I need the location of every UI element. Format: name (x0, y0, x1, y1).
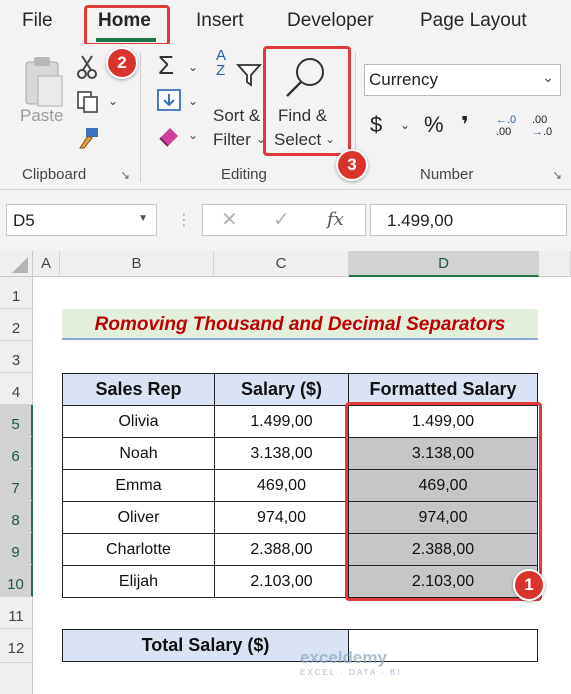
clear-dropdown-icon[interactable]: ⌄ (188, 128, 198, 142)
name-box[interactable]: D5 ▼ (6, 204, 157, 236)
step-badge-2: 2 (106, 47, 138, 79)
cell-sales-rep[interactable]: Elijah (62, 565, 215, 598)
autosum-dropdown-icon[interactable]: ⌄ (188, 60, 198, 74)
column-header-b[interactable]: B (60, 251, 214, 277)
clear-icon[interactable] (156, 124, 182, 148)
number-format-select[interactable]: Currency ⌄ (364, 64, 561, 96)
tab-file[interactable]: File (22, 10, 53, 32)
filter-icon[interactable] (236, 62, 262, 88)
row-header-9[interactable]: 9 (0, 533, 33, 565)
fill-dropdown-icon[interactable]: ⌄ (188, 94, 198, 108)
cell-salary[interactable]: 3.138,00 (214, 437, 349, 470)
header-sales-rep[interactable]: Sales Rep (62, 373, 215, 406)
cell-sales-rep[interactable]: Noah (62, 437, 215, 470)
tab-developer[interactable]: Developer (287, 10, 374, 32)
header-salary[interactable]: Salary ($) (214, 373, 349, 406)
exceldemy-watermark: exceldemy EXCEL · DATA · BI (300, 648, 401, 677)
row-header-12[interactable]: 12 (0, 629, 33, 663)
tab-insert[interactable]: Insert (196, 10, 244, 32)
formula-input[interactable]: 1.499,00 (370, 204, 567, 236)
increase-decimal-icon[interactable]: ←.0.00 (496, 114, 516, 138)
row-header-10[interactable]: 10 (0, 565, 33, 597)
clipboard-launcher-icon[interactable]: ↘ (120, 168, 130, 182)
step-badge-1: 1 (513, 569, 545, 601)
copy-dropdown-icon[interactable]: ⌄ (108, 94, 118, 108)
decrease-decimal-icon[interactable]: .00 →.0 (532, 114, 552, 138)
cell-salary[interactable]: 1.499,00 (214, 405, 349, 438)
home-tab-highlight (84, 5, 170, 46)
number-format-value: Currency (369, 70, 438, 89)
name-box-dropdown-icon[interactable]: ▼ (138, 213, 148, 224)
currency-dropdown-icon[interactable]: ⌄ (400, 118, 410, 132)
row-header-5[interactable]: 5 (0, 405, 33, 437)
formula-bar-grip-icon[interactable]: ⋮ (176, 210, 192, 230)
find-select-highlight (263, 46, 351, 156)
cell-salary[interactable]: 974,00 (214, 501, 349, 534)
selection-highlight (345, 402, 542, 601)
clipboard-group-label: Clipboard (22, 166, 87, 183)
row-header-7[interactable]: 7 (0, 469, 33, 501)
cell-sales-rep[interactable]: Oliver (62, 501, 215, 534)
paste-icon[interactable] (20, 54, 66, 110)
sort-label[interactable]: Sort & (213, 106, 260, 126)
cell-sales-rep[interactable]: Emma (62, 469, 215, 502)
copy-icon[interactable] (76, 90, 100, 114)
watermark-brand: exceldemy (300, 648, 387, 667)
formula-value: 1.499,00 (387, 211, 454, 230)
percent-icon[interactable]: % (424, 112, 444, 138)
cancel-icon[interactable]: ✕ (221, 207, 238, 232)
comma-style-icon[interactable]: ❜ (461, 112, 469, 138)
sheet-title[interactable]: Romoving Thousand and Decimal Separators (62, 309, 538, 340)
editing-group-label: Editing (221, 166, 267, 183)
insert-function-icon[interactable]: fx (327, 209, 344, 230)
cell-salary[interactable]: 2.103,00 (214, 565, 349, 598)
column-header-e[interactable] (539, 251, 571, 277)
sort-az-icon[interactable]: AZ (216, 48, 226, 78)
column-header-d[interactable]: D (349, 251, 539, 277)
column-header-a[interactable]: A (33, 251, 60, 277)
number-launcher-icon[interactable]: ↘ (552, 168, 562, 182)
select-all-corner[interactable] (0, 251, 33, 277)
tab-page-layout[interactable]: Page Layout (420, 10, 527, 32)
row-header-4[interactable]: 4 (0, 373, 33, 405)
autosum-icon[interactable]: Σ (158, 50, 174, 81)
row-header-3[interactable]: 3 (0, 341, 33, 373)
cell-sales-rep[interactable]: Olivia (62, 405, 215, 438)
cell-salary[interactable]: 2.388,00 (214, 533, 349, 566)
cell-salary[interactable]: 469,00 (214, 469, 349, 502)
currency-icon[interactable]: $ (370, 112, 382, 138)
name-box-value: D5 (13, 211, 35, 230)
row-header-1[interactable]: 1 (0, 277, 33, 309)
row-header-11[interactable]: 11 (0, 597, 33, 629)
formula-actions: ✕ ✓ fx (202, 204, 366, 236)
enter-icon[interactable]: ✓ (273, 207, 290, 232)
cut-icon[interactable] (76, 54, 98, 80)
paste-label[interactable]: Paste (20, 106, 63, 126)
chevron-down-icon[interactable]: ⌄ (542, 69, 554, 86)
fill-icon[interactable] (156, 88, 182, 114)
cell-sales-rep[interactable]: Charlotte (62, 533, 215, 566)
formula-bar: D5 ▼ ⋮ ✕ ✓ fx 1.499,00 (0, 190, 571, 251)
format-painter-icon[interactable] (76, 126, 102, 150)
step-badge-3: 3 (336, 149, 368, 181)
filter-label[interactable]: Filter (213, 130, 251, 150)
column-header-c[interactable]: C (214, 251, 349, 277)
row-header-6[interactable]: 6 (0, 437, 33, 469)
watermark-tagline: EXCEL · DATA · BI (300, 668, 402, 677)
number-group-label: Number (420, 166, 474, 183)
row-header-8[interactable]: 8 (0, 501, 33, 533)
row-header-13[interactable] (0, 663, 33, 694)
row-header-2[interactable]: 2 (0, 309, 33, 341)
